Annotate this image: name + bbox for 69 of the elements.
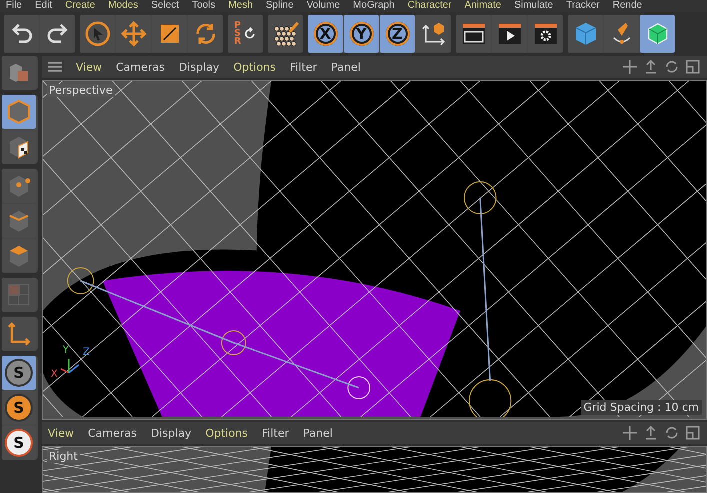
viewport-menu-item[interactable]: Cameras [116,60,166,74]
viewport[interactable]: Perspective X Y Z Grid Spacing : 10 cm [42,80,707,420]
pan-icon[interactable] [622,425,638,441]
viewport-name: Right [47,450,80,463]
viewport-menu-item[interactable]: Panel [331,60,361,74]
snap-button[interactable]: S [2,391,36,425]
orbit-icon[interactable] [664,425,680,441]
menu-item[interactable]: Volume [306,0,340,11]
cursor-icon [84,20,112,48]
viewport-menu-item[interactable]: Options [206,426,248,440]
menu-item[interactable]: MoGraph [353,0,395,11]
viewport-menu-item[interactable]: Options [234,60,276,74]
toolbar-button[interactable] [268,15,303,53]
viewport-menu-item[interactable]: Filter [290,60,318,74]
mode-button[interactable] [2,317,36,351]
axis-label: Z [83,347,90,358]
mode-button[interactable] [2,204,36,238]
viewport-menu-item[interactable]: View [76,60,102,74]
menu-item[interactable]: Rende [612,0,642,11]
menu-item[interactable]: Character [408,0,452,11]
axis-label: Y [63,345,70,356]
viewport[interactable]: Right [42,446,707,493]
snap-button[interactable]: S [2,426,36,460]
mode-button[interactable] [2,169,36,203]
reset-icon [242,27,257,41]
toolbar-button[interactable] [4,15,39,53]
pan-icon[interactable] [622,59,638,75]
menu-item[interactable]: Tracker [566,0,600,11]
axis-lock-button[interactable]: Z [380,15,415,53]
menu-icon[interactable] [48,61,62,73]
viewport-menu-item[interactable]: Panel [303,426,333,440]
grid-spacing-label: Grid Spacing : 10 cm [580,400,702,415]
viewport-menu-item[interactable]: Cameras [88,426,138,440]
dolly-icon[interactable] [643,425,659,441]
viewport-menu-item[interactable]: View [48,426,74,440]
axis-label: X [51,369,58,380]
toolbar-button[interactable] [416,15,451,53]
coordinate-system-icon [420,20,448,48]
viewport-name: Perspective [47,84,115,97]
toolbar-button[interactable] [80,15,115,53]
menu-item[interactable]: Spline [266,0,294,11]
paint-brush-icon [272,20,300,48]
axis-lock-button[interactable]: X [308,15,343,53]
menu-item[interactable]: Modes [108,0,138,11]
cube-outline-icon [5,98,33,126]
menu-item[interactable]: Mesh [228,0,253,11]
viewport-menu-item[interactable]: Display [151,426,192,440]
menu-item[interactable]: File [6,0,22,11]
mode-button[interactable] [2,130,36,164]
viewport-menu-item[interactable]: Filter [262,426,290,440]
menu-item[interactable]: Select [151,0,180,11]
mode-button[interactable] [2,239,36,273]
menu-item[interactable]: Tools [192,0,216,11]
maximize-icon[interactable] [685,59,701,75]
menu-item[interactable]: Create [65,0,96,11]
maximize-icon[interactable] [685,425,701,441]
orbit-icon[interactable] [664,59,680,75]
toolbar-button[interactable] [40,15,75,53]
toolbar-button[interactable] [456,15,491,53]
toolbar-button[interactable] [528,15,563,53]
axis-lock-button[interactable]: Y [344,15,379,53]
viewport-menu-item[interactable]: Display [179,60,220,74]
snap-button[interactable]: S [2,356,36,390]
menu-item[interactable]: Simulate [514,0,554,11]
move-icon [120,20,148,48]
menu-item[interactable]: Edit [35,0,52,11]
dolly-icon[interactable] [643,59,659,75]
toolbar-button[interactable] [492,15,527,53]
menu-item[interactable]: Animate [464,0,502,11]
